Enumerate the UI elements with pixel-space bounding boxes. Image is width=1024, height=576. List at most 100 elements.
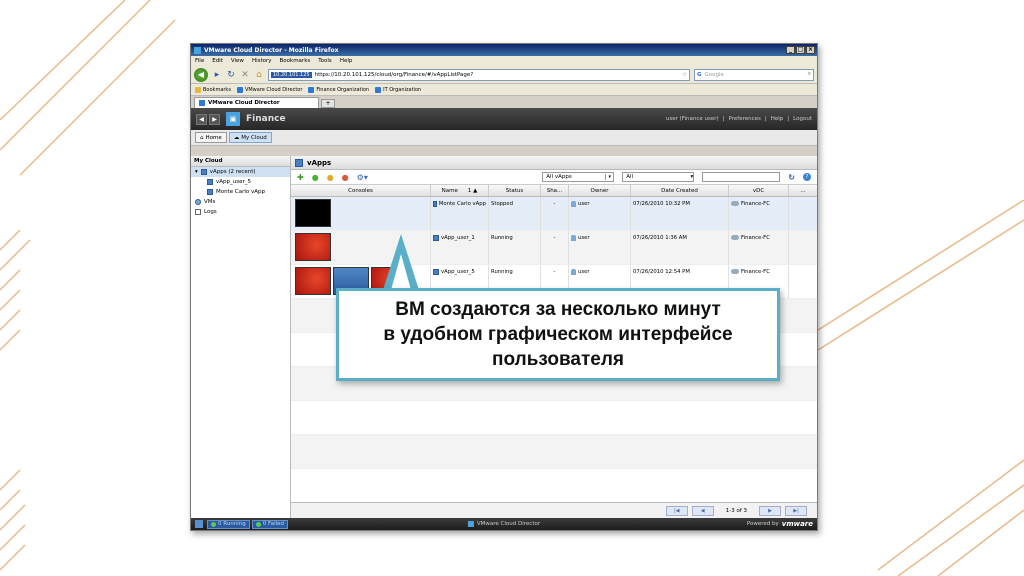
- chevron-down-icon: ▾: [690, 174, 694, 180]
- row-owner: user: [578, 201, 590, 207]
- suspend-icon[interactable]: ●: [327, 173, 334, 182]
- callout-line-3: пользователя: [492, 349, 624, 370]
- callout-line-2: в удобном графическом интерфейсе: [383, 324, 733, 345]
- bookmark-folder[interactable]: Bookmarks: [195, 86, 231, 93]
- table-row[interactable]: Monte Carlo vApp Stopped - user 07/26/20…: [291, 197, 817, 231]
- col-owner[interactable]: Owner: [569, 185, 631, 196]
- col-status[interactable]: Status: [489, 185, 541, 196]
- start-icon[interactable]: ●: [312, 173, 319, 182]
- stop-icon[interactable]: ●: [342, 173, 349, 182]
- refresh-icon[interactable]: ↻: [788, 173, 795, 182]
- first-page-button[interactable]: |◀: [665, 505, 688, 516]
- status-filter-select[interactable]: All ▾: [622, 172, 695, 182]
- sidebar-item-logs[interactable]: Logs: [191, 207, 290, 217]
- col-name[interactable]: Name 1 ▲: [431, 185, 489, 196]
- maximize-button[interactable]: □: [796, 46, 805, 54]
- close-button[interactable]: ×: [806, 46, 815, 54]
- failed-tasks-badge[interactable]: 0 Failed: [251, 519, 289, 529]
- logout-link[interactable]: Logout: [793, 116, 812, 122]
- vmware-icon: [308, 86, 315, 93]
- bookmark-vcd[interactable]: VMware Cloud Director: [236, 86, 302, 93]
- empty-row: [291, 435, 817, 469]
- navigation-toolbar: ◀ ▸ ↻ ✕ ⌂ 10.20.101.125 https://10.20.10…: [191, 66, 817, 84]
- running-tasks-badge[interactable]: 0 Running: [207, 519, 250, 529]
- sidebar-item-monte-carlo[interactable]: Monte Carlo vApp: [191, 187, 290, 197]
- browser-tab[interactable]: VMware Cloud Director: [194, 97, 319, 108]
- window-titlebar: VMware Cloud Director - Mozilla Firefox …: [191, 44, 817, 56]
- search-icon[interactable]: ⌕: [808, 71, 811, 78]
- empty-row: [291, 401, 817, 435]
- last-page-button[interactable]: ▶|: [785, 505, 807, 516]
- table-row[interactable]: vApp_user_1 Running - user 07/26/2010 1:…: [291, 231, 817, 265]
- callout-pointer: [383, 234, 419, 290]
- pager: |◀ ◀ 1-3 of 3 ▶ ▶|: [291, 502, 817, 518]
- sort-indicator: 1 ▲: [467, 187, 478, 194]
- home-icon[interactable]: ⌂: [254, 70, 264, 80]
- user-icon: [571, 269, 576, 275]
- filter-input[interactable]: [702, 172, 781, 182]
- url-bar[interactable]: 10.20.101.125 https://10.20.101.125/clou…: [268, 68, 690, 81]
- preferences-link[interactable]: Preferences: [729, 116, 761, 122]
- decor-lines-bottom-left: [0, 230, 190, 576]
- back-arrow-icon[interactable]: ◀: [194, 67, 208, 82]
- chevron-down-icon: ▾: [605, 174, 613, 180]
- minimize-button[interactable]: _: [786, 46, 795, 54]
- menu-history[interactable]: History: [252, 58, 272, 64]
- menu-view[interactable]: View: [231, 58, 244, 64]
- menu-bookmarks[interactable]: Bookmarks: [280, 58, 311, 64]
- new-tab-button[interactable]: +: [321, 99, 335, 108]
- console-thumbnail[interactable]: [295, 267, 331, 295]
- row-name[interactable]: vApp_user_1: [441, 235, 475, 241]
- sidebar-item-vms[interactable]: VMs: [191, 197, 290, 207]
- user-icon: [571, 235, 576, 241]
- grid-header: Consoles Name 1 ▲ Status Sha... Owner Dat…: [291, 185, 817, 197]
- menu-file[interactable]: File: [195, 58, 204, 64]
- tab-home[interactable]: ⌂ Home: [195, 132, 227, 143]
- console-thumbnail[interactable]: [295, 199, 331, 227]
- prev-page-button[interactable]: ◀: [691, 505, 714, 516]
- vapp-filter-select[interactable]: All vApps ▾: [542, 172, 615, 182]
- bookmark-star-icon[interactable]: ☆: [682, 72, 687, 78]
- col-date[interactable]: Date Created: [631, 185, 729, 196]
- sidebar-item-vapp-user-5[interactable]: vApp_user_5: [191, 177, 290, 187]
- col-consoles[interactable]: Consoles: [291, 185, 431, 196]
- app-forward-icon[interactable]: ▶: [209, 113, 220, 125]
- help-link[interactable]: Help: [771, 116, 784, 122]
- vapp-icon: [200, 169, 207, 175]
- bookmark-it[interactable]: IT Organization: [375, 86, 421, 93]
- reload-icon[interactable]: ↻: [226, 70, 236, 80]
- row-owner: user: [578, 269, 590, 275]
- status-bar: 0 Running 0 Failed VMware Cloud Director…: [191, 518, 817, 530]
- row-name[interactable]: Monte Carlo vApp: [439, 201, 486, 207]
- row-date: 07/26/2010 10:32 PM: [631, 197, 729, 230]
- help-icon[interactable]: ?: [803, 173, 811, 181]
- sidebar-item-vapps[interactable]: ▾ vApps (2 recent): [191, 167, 290, 177]
- col-shared[interactable]: Sha...: [541, 185, 569, 196]
- col-more[interactable]: ...: [789, 185, 817, 196]
- stop-icon[interactable]: ✕: [240, 70, 250, 80]
- user-nav: user (Finance user) | Preferences | Help…: [665, 116, 812, 122]
- row-shared: -: [541, 231, 569, 264]
- window-title: VMware Cloud Director - Mozilla Firefox: [204, 46, 339, 54]
- gear-icon[interactable]: ⚙▾: [357, 173, 368, 182]
- app-back-icon[interactable]: ◀: [196, 113, 207, 125]
- add-icon[interactable]: ✚: [297, 173, 304, 182]
- site-identity-badge[interactable]: 10.20.101.125: [271, 71, 312, 78]
- menu-edit[interactable]: Edit: [212, 58, 223, 64]
- col-vdc[interactable]: vDC: [729, 185, 789, 196]
- search-input[interactable]: G Google ⌕: [694, 68, 814, 81]
- row-name[interactable]: vApp_user_5: [441, 269, 475, 275]
- forward-arrow-icon[interactable]: ▸: [212, 70, 222, 80]
- console-thumbnail[interactable]: [295, 233, 331, 261]
- collapse-icon[interactable]: ▾: [195, 169, 198, 175]
- vapp-icon: [433, 201, 437, 207]
- menu-tools[interactable]: Tools: [318, 58, 332, 64]
- bookmark-finance[interactable]: Finance Organization: [308, 86, 369, 93]
- next-page-button[interactable]: ▶: [759, 505, 781, 516]
- tab-my-cloud[interactable]: ☁ My Cloud: [228, 132, 272, 143]
- decor-lines-top-left: [0, 0, 190, 190]
- menu-help[interactable]: Help: [340, 58, 353, 64]
- tasks-icon: [195, 520, 203, 528]
- vmware-logo: vmware: [781, 520, 813, 528]
- main-header: vApps: [291, 156, 817, 170]
